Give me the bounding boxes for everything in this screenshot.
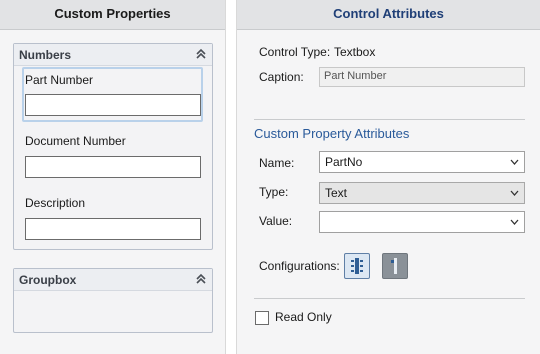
groupbox-group-header[interactable]: Groupbox <box>14 269 212 291</box>
control-attributes-panel: Control Attributes Control Type: Textbox… <box>236 0 540 354</box>
custom-properties-title: Custom Properties <box>0 0 225 30</box>
document-number-input[interactable] <box>25 156 201 178</box>
read-only-checkbox[interactable] <box>255 311 269 325</box>
document-number-label: Document Number <box>25 134 126 148</box>
value-label: Value: <box>259 214 293 228</box>
type-combobox[interactable]: Text <box>319 182 525 204</box>
name-combobox-value: PartNo <box>325 155 363 169</box>
name-label: Name: <box>259 156 295 170</box>
groupbox-group-title: Groupbox <box>19 273 77 287</box>
part-number-input[interactable] <box>25 94 201 116</box>
chevron-down-icon <box>510 159 519 165</box>
type-combobox-value: Text <box>325 186 348 200</box>
collapse-chevron-icon[interactable] <box>194 47 208 61</box>
this-configuration-icon <box>391 258 397 274</box>
caption-label: Caption: <box>259 70 304 84</box>
description-input[interactable] <box>25 218 201 240</box>
chevron-down-icon <box>510 219 519 225</box>
divider <box>254 298 525 299</box>
groupbox-group: Groupbox <box>13 268 213 333</box>
control-type-value: Textbox <box>334 45 376 59</box>
numbers-group-header[interactable]: Numbers <box>14 44 212 66</box>
custom-property-attributes-title: Custom Property Attributes <box>254 126 410 141</box>
divider <box>254 119 525 120</box>
name-combobox[interactable]: PartNo <box>319 151 525 173</box>
read-only-label: Read Only <box>275 310 332 324</box>
all-configurations-button[interactable] <box>344 253 370 279</box>
collapse-chevron-icon[interactable] <box>194 272 208 286</box>
configurations-label: Configurations: <box>259 259 340 273</box>
custom-properties-panel: Custom Properties Numbers Part Number Do… <box>0 0 226 354</box>
part-number-label: Part Number <box>25 73 94 87</box>
description-label: Description <box>25 196 86 210</box>
type-label: Type: <box>259 185 289 199</box>
value-combobox[interactable] <box>319 211 525 233</box>
numbers-group-title: Numbers <box>19 48 72 62</box>
caption-field[interactable]: Part Number <box>319 67 525 87</box>
control-attributes-title: Control Attributes <box>237 0 540 30</box>
all-configurations-icon <box>351 258 363 274</box>
this-configuration-button[interactable] <box>382 253 408 279</box>
numbers-groupbox: Numbers Part Number Document Number Desc… <box>13 43 213 250</box>
chevron-down-icon <box>510 190 519 196</box>
control-type-label: Control Type: <box>259 45 331 59</box>
